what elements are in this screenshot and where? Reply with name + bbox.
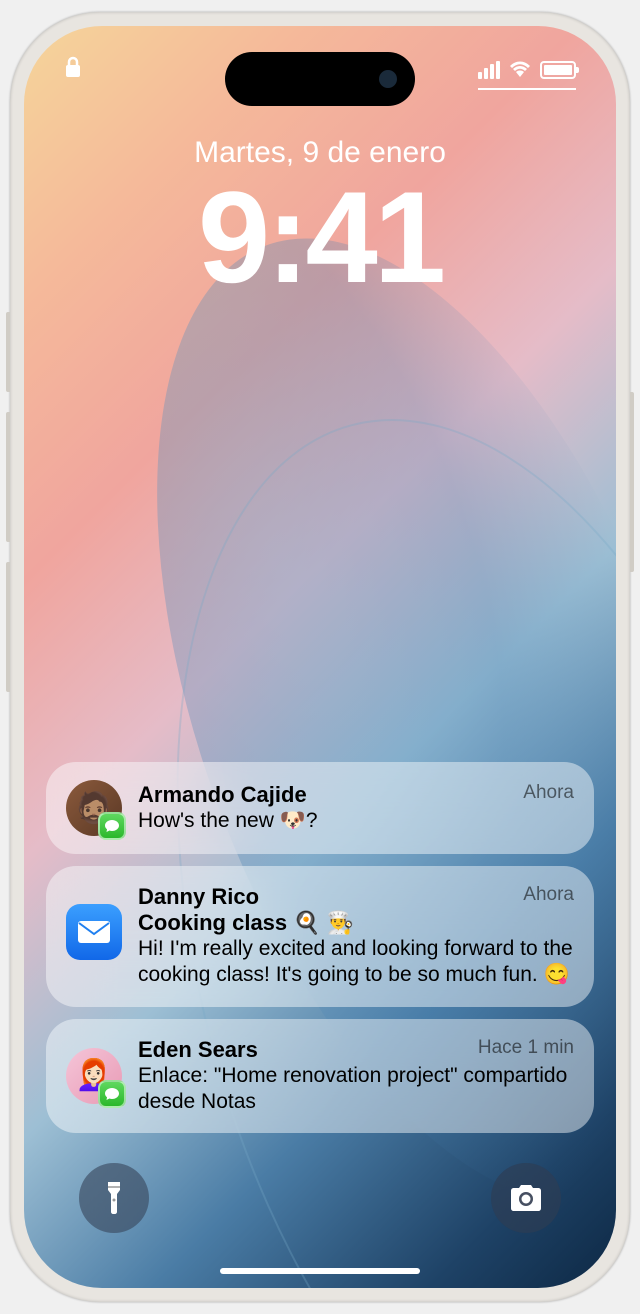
sender-avatar: 🧔🏽 xyxy=(66,780,122,836)
home-indicator[interactable] xyxy=(220,1268,420,1274)
notification-timestamp: Ahora xyxy=(523,782,574,804)
notification-body: Hi! I'm really excited and looking forwa… xyxy=(138,936,574,989)
front-camera xyxy=(379,70,397,88)
mail-app-icon xyxy=(66,904,122,960)
lock-icon xyxy=(64,56,82,84)
time-label: 9:41 xyxy=(24,162,616,312)
power-button[interactable] xyxy=(630,392,634,572)
camera-button[interactable] xyxy=(491,1163,561,1233)
notification-list: 🧔🏽 Armando Cajide Ahora How's the new 🐶? xyxy=(24,762,616,1133)
cellular-signal-icon xyxy=(478,61,500,79)
sender-avatar: 👩🏻‍🦰 xyxy=(66,1048,122,1104)
notification-timestamp: Hace 1 min xyxy=(478,1037,574,1059)
notification-timestamp: Ahora xyxy=(523,884,574,906)
wifi-icon xyxy=(508,59,532,82)
phone-frame: Martes, 9 de enero 9:41 🧔🏽 Armando Cajid xyxy=(10,12,630,1302)
notification-sender: Eden Sears xyxy=(138,1037,258,1063)
notification-item[interactable]: Danny Rico Ahora Cooking class 🍳 👨‍🍳 Hi!… xyxy=(46,866,594,1007)
battery-icon xyxy=(540,61,576,79)
lock-screen[interactable]: Martes, 9 de enero 9:41 🧔🏽 Armando Cajid xyxy=(24,26,616,1288)
flashlight-button[interactable] xyxy=(79,1163,149,1233)
notification-sender: Danny Rico xyxy=(138,884,259,910)
messages-app-badge-icon xyxy=(98,812,126,840)
quick-actions xyxy=(24,1163,616,1233)
notification-item[interactable]: 👩🏻‍🦰 Eden Sears Hace 1 min Enlace: "Home… xyxy=(46,1019,594,1134)
messages-app-badge-icon xyxy=(98,1080,126,1108)
notification-item[interactable]: 🧔🏽 Armando Cajide Ahora How's the new 🐶? xyxy=(46,762,594,854)
notification-body: Enlace: "Home renovation project" compar… xyxy=(138,1063,574,1116)
date-time-display: Martes, 9 de enero 9:41 xyxy=(24,136,616,312)
dynamic-island[interactable] xyxy=(225,52,415,106)
volume-down-button[interactable] xyxy=(6,562,10,692)
notification-subject: Cooking class 🍳 👨‍🍳 xyxy=(138,910,574,936)
notification-body: How's the new 🐶? xyxy=(138,808,574,834)
notification-sender: Armando Cajide xyxy=(138,782,307,808)
